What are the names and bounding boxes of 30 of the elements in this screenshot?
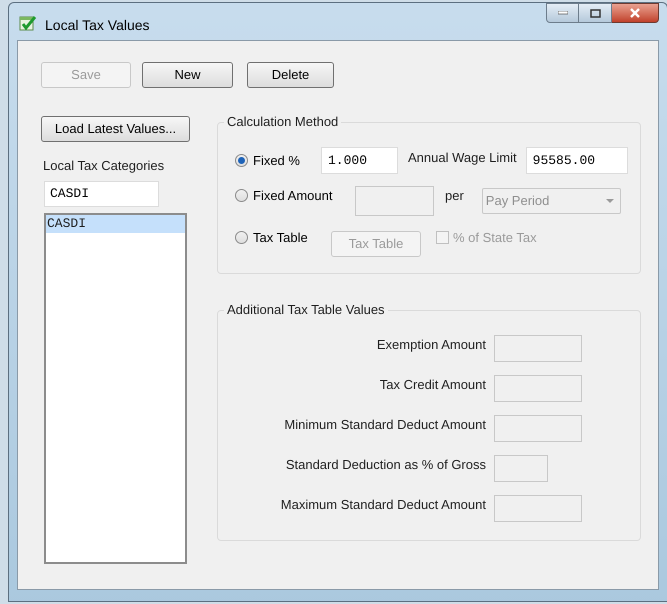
category-name-field[interactable]: CASDI [44,180,159,206]
load-values-button[interactable]: Load Latest Values... [41,116,190,142]
radio-button[interactable] [235,154,248,167]
categories-label: Local Tax Categories [43,157,166,175]
maximize-icon [590,8,600,18]
minimize-icon [558,11,568,15]
field-label: Standard Deduction as % of Gross [284,456,486,474]
radio-button[interactable] [235,189,248,202]
dropdown-arrow-icon [606,199,614,203]
maximize-button[interactable] [579,3,612,23]
percent-field[interactable]: 1.000 [321,147,398,174]
field-label: Minimum Standard Deduct Amount [283,416,486,434]
list-item[interactable]: CASDI [46,214,185,232]
close-button[interactable] [612,3,659,23]
radio-option[interactable]: Tax Table [235,228,331,248]
wage-limit-label: Annual Wage Limit [408,149,517,167]
field-label: Maximum Standard Deduct Amount [280,496,486,514]
field-label: Tax Credit Amount [378,376,486,394]
delete-button[interactable]: Delete [247,62,334,88]
new-button[interactable]: New [142,62,233,88]
radio-button[interactable] [235,231,248,244]
field-label: Exemption Amount [376,336,486,354]
window-title: Local Tax Values [45,16,150,35]
close-icon [629,8,641,18]
radio-option[interactable]: Fixed Amount [235,186,355,206]
radio-option[interactable]: Fixed % [235,150,321,170]
minimize-button[interactable] [546,3,579,23]
per-label: per [445,187,464,205]
wage-limit-field[interactable]: 95585.00 [526,147,628,174]
checkmark-icon [19,14,37,32]
